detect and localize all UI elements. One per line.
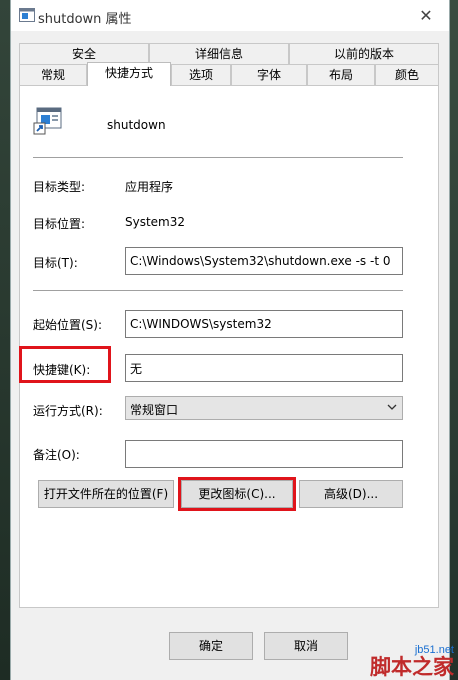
desktop-background-left [0,0,10,680]
target-location-label: 目标位置: [33,217,86,231]
target-type-value: 应用程序 [125,180,174,194]
tab-layout[interactable]: 布局 [307,64,375,85]
shortcut-panel [19,85,439,608]
close-icon: ✕ [419,6,433,25]
advanced-button[interactable]: 高级(D)... [299,480,403,508]
tab-colors[interactable]: 颜色 [375,64,439,85]
chevron-down-icon [387,404,397,410]
run-select-value: 常规窗口 [130,403,179,417]
tab-options[interactable]: 选项 [171,64,231,85]
tab-general[interactable]: 常规 [19,64,87,85]
shortcut-name: shutdown [107,118,166,132]
target-location-value: System32 [125,215,186,229]
tab-security[interactable]: 安全 [19,43,149,64]
cancel-button[interactable]: 取消 [264,632,348,660]
target-label: 目标(T): [33,256,78,270]
comment-input[interactable] [125,440,403,468]
tab-previous-versions[interactable]: 以前的版本 [289,43,439,64]
ok-button[interactable]: 确定 [169,632,253,660]
start-in-label: 起始位置(S): [33,318,103,332]
separator-top [33,157,403,158]
hotkey-label: 快捷键(K): [33,363,91,377]
comment-label: 备注(O): [33,448,80,462]
separator-middle [33,290,403,291]
open-file-location-button[interactable]: 打开文件所在的位置(F) [38,480,174,508]
change-icon-button[interactable]: 更改图标(C)... [181,480,293,508]
tab-font[interactable]: 字体 [231,64,307,85]
tab-shortcut[interactable]: 快捷方式 [87,62,171,86]
hotkey-input[interactable] [125,354,403,382]
close-button[interactable]: ✕ [403,0,449,31]
tab-details[interactable]: 详细信息 [149,43,289,64]
window-title: shutdown 属性 [38,12,132,27]
window-app-icon [19,8,35,22]
target-type-label: 目标类型: [33,180,86,194]
run-label: 运行方式(R): [33,404,103,418]
run-select[interactable]: 常规窗口 [125,396,403,420]
watermark-site-name: 脚本之家 [370,655,454,679]
title-bar[interactable]: shutdown 属性 ✕ [11,0,449,31]
start-in-input[interactable] [125,310,403,338]
site-watermark: jb51.net 脚本之家 [370,644,454,678]
properties-window: shutdown 属性 ✕ 安全 详细信息 以前的版本 常规 快捷方式 选项 字… [10,0,450,680]
shortcut-app-icon [33,107,62,135]
target-input[interactable] [125,247,403,275]
